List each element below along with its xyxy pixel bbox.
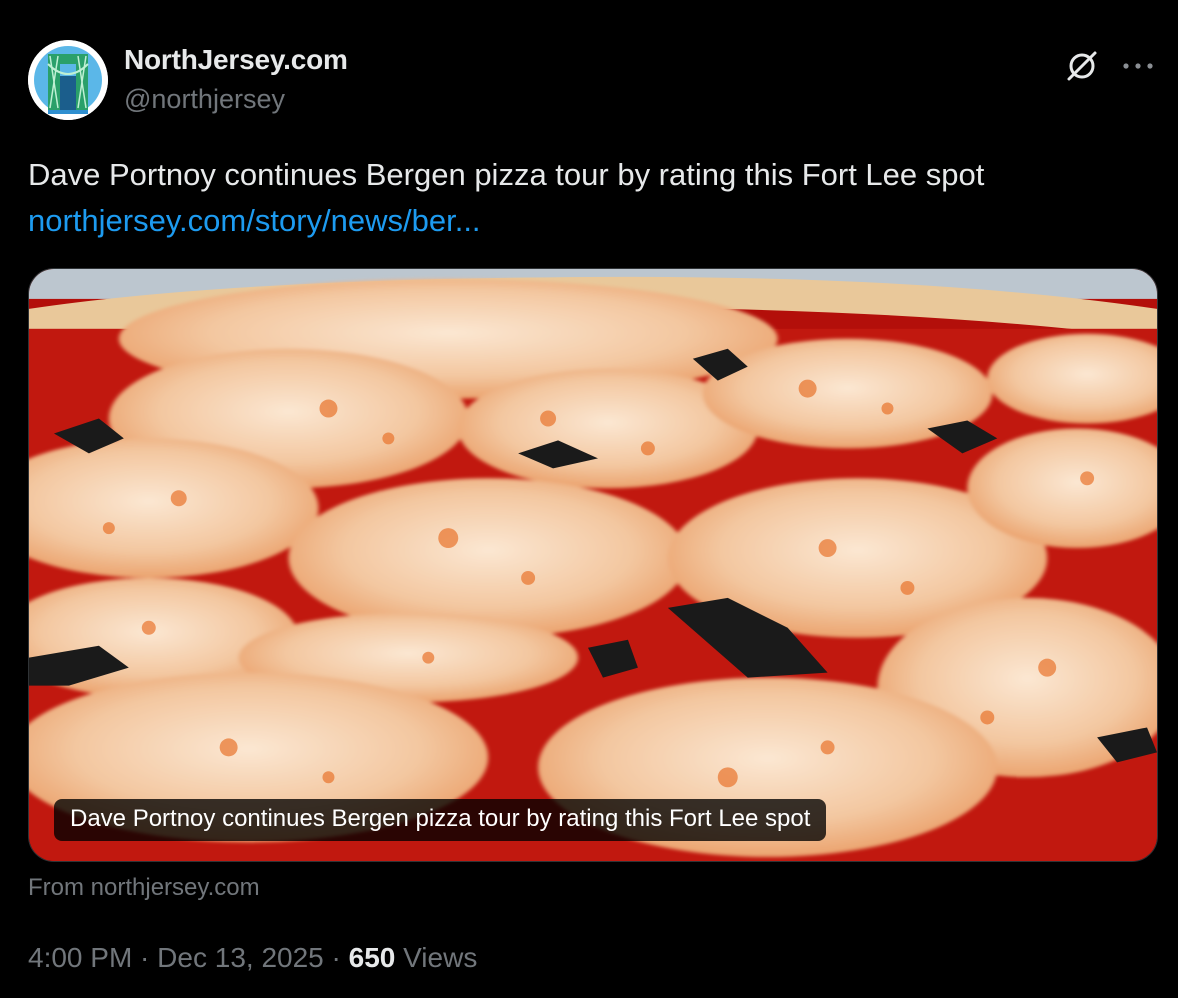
tweet-body: Dave Portnoy continues Bergen pizza tour… bbox=[28, 152, 1148, 244]
author-handle[interactable]: @northjersey bbox=[124, 84, 348, 115]
card-caption: Dave Portnoy continues Bergen pizza tour… bbox=[54, 799, 827, 841]
tweet-text: Dave Portnoy continues Bergen pizza tour… bbox=[28, 157, 985, 192]
author-info: NorthJersey.com @northjersey bbox=[124, 44, 348, 115]
tweet-date[interactable]: Dec 13, 2025 bbox=[157, 942, 324, 973]
views-label: Views bbox=[395, 942, 478, 973]
meta-separator: · bbox=[132, 942, 158, 973]
tweet-meta: 4:00 PM · Dec 13, 2025 · 650 Views bbox=[28, 942, 477, 974]
bridge-logo-icon[interactable] bbox=[28, 40, 108, 120]
author-display-name[interactable]: NorthJersey.com bbox=[124, 44, 348, 76]
link-card[interactable]: Dave Portnoy continues Bergen pizza tour… bbox=[28, 268, 1158, 862]
tweet-header: NorthJersey.com @northjersey bbox=[28, 40, 1158, 122]
tweet-time[interactable]: 4:00 PM bbox=[28, 942, 132, 973]
meta-separator: · bbox=[323, 942, 349, 973]
more-icon[interactable] bbox=[1118, 46, 1158, 86]
grok-icon[interactable] bbox=[1062, 46, 1102, 86]
views-count: 650 bbox=[348, 942, 396, 973]
tweet-link[interactable]: northjersey.com/story/news/ber... bbox=[28, 198, 1148, 244]
card-source[interactable]: From northjersey.com bbox=[28, 874, 260, 902]
card-image bbox=[29, 269, 1157, 861]
